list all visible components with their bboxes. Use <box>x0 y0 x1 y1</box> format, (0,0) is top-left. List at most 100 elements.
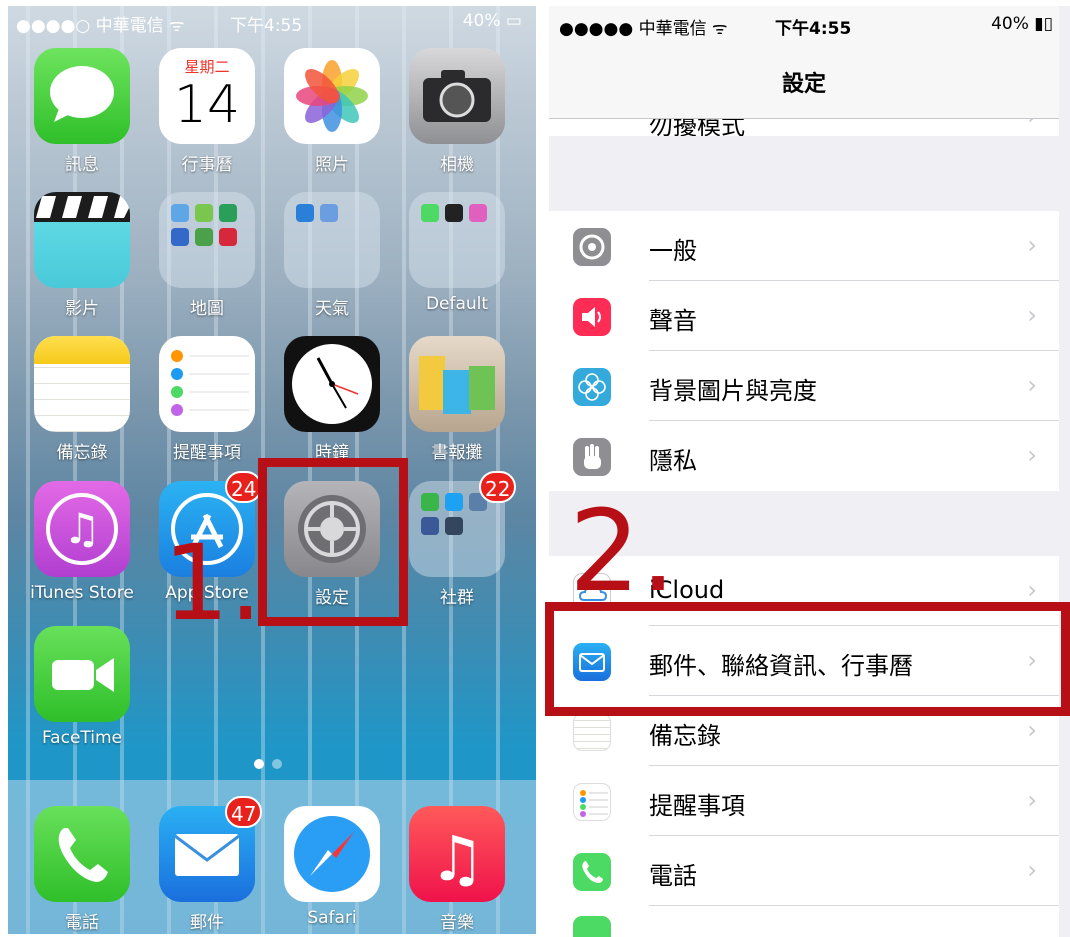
notes-icon <box>34 336 130 432</box>
settings-row-partial-bottom[interactable] <box>549 906 1059 937</box>
row-label: 電話 <box>649 862 697 890</box>
carrier: ●●●●○ 中華電信 ᯤ <box>16 16 185 36</box>
calendar-icon: 星期二 14 <box>159 48 255 144</box>
status-bar: ●●●●○ 中華電信 ᯤ 下午4:55 40% ▭ <box>8 6 536 36</box>
battery: 40% ▭ <box>462 11 522 31</box>
settings-row-sounds[interactable]: 聲音 › <box>549 281 1059 351</box>
app-clock[interactable]: 時鐘 <box>284 336 380 463</box>
row-label: 一般 <box>649 237 697 265</box>
dock-mail[interactable]: 郵件 47 <box>159 796 263 933</box>
app-label: 郵件 <box>190 913 224 933</box>
app-label: 相機 <box>440 155 474 175</box>
app-label: 備忘錄 <box>56 443 108 463</box>
messages-icon <box>34 48 130 144</box>
flower-icon <box>573 368 611 406</box>
folder-icon <box>409 192 505 288</box>
app-messages[interactable]: 訊息 <box>34 48 130 175</box>
folder-icon <box>284 192 380 288</box>
gear-icon <box>573 228 611 266</box>
photos-icon <box>284 48 380 144</box>
annotation-step-1: 1. <box>163 522 263 644</box>
chevron-right-icon: › <box>1027 856 1037 884</box>
app-label: 訊息 <box>65 155 99 175</box>
clock-icon <box>284 336 380 432</box>
app-label: 電話 <box>65 913 99 933</box>
app-label: 行事曆 <box>181 155 233 175</box>
notes-icon <box>573 713 611 751</box>
reminders-icon <box>159 336 255 432</box>
app-label: 提醒事項 <box>173 443 241 463</box>
app-label: 音樂 <box>440 913 474 933</box>
chevron-right-icon: › <box>1027 301 1037 329</box>
chevron-right-icon: › <box>1027 716 1037 744</box>
facetime-icon <box>34 626 130 722</box>
app-calendar[interactable]: 星期二 14 行事曆 <box>159 48 255 175</box>
chevron-right-icon: › <box>1027 371 1037 399</box>
social-badge: 22 <box>479 471 517 503</box>
app-label: 地圖 <box>190 299 224 319</box>
safari-icon <box>284 806 380 902</box>
mail-badge: 47 <box>225 796 263 828</box>
chevron-right-icon: › <box>1027 576 1037 604</box>
page-title-overlay: 設定 <box>781 72 826 97</box>
messages-icon <box>573 916 611 937</box>
newsstand-icon <box>409 336 505 432</box>
home-screen: ●●●●○ 中華電信 ᯤ 下午4:55 40% ▭ 訊息 星期二 14 行事曆 <box>8 6 536 934</box>
app-label: Safari <box>307 908 357 928</box>
clock-time: 下午4:55 <box>230 16 303 36</box>
annotation-step-2: 2. <box>569 487 676 617</box>
app-videos[interactable]: 影片 <box>34 192 130 319</box>
app-label: iTunes Store <box>30 583 134 603</box>
phone-icon <box>573 853 611 891</box>
row-label: 備忘錄 <box>649 722 721 750</box>
app-facetime[interactable]: FaceTime <box>34 626 130 748</box>
chevron-right-icon: › <box>1027 441 1037 469</box>
app-label: 天氣 <box>315 299 349 319</box>
annotation-box-2 <box>545 602 1070 716</box>
settings-row-privacy[interactable]: 隱私 › <box>549 421 1059 491</box>
app-photos[interactable]: 照片 <box>284 48 380 175</box>
appstore-badge: 24 <box>225 471 263 503</box>
settings-screen: ●●●●● 中華電信 ᯤ 下午4:55 40% ▮▯ 設定 勿擾模式 › 設定 … <box>549 6 1070 937</box>
app-label: Default <box>425 294 489 314</box>
hand-icon <box>573 438 611 476</box>
app-label: FaceTime <box>41 728 123 748</box>
row-label: 隱私 <box>649 447 697 475</box>
page-indicator <box>250 754 286 773</box>
app-itunes[interactable]: ♫ iTunes Store <box>30 481 134 603</box>
app-newsstand[interactable]: 書報攤 <box>409 336 505 463</box>
app-label: 照片 <box>315 155 349 175</box>
row-label: 聲音 <box>649 307 697 335</box>
itunes-icon: ♫ <box>34 481 130 577</box>
calendar-weekday: 星期二 <box>184 58 230 76</box>
app-folder-weather[interactable]: 天氣 <box>284 192 380 319</box>
speaker-icon <box>573 298 611 336</box>
app-folder-social[interactable]: 社群 22 <box>409 471 517 608</box>
svg-text:♫: ♫ <box>429 822 485 895</box>
app-reminders[interactable]: 提醒事項 <box>159 336 255 463</box>
dock-phone[interactable]: 電話 <box>34 806 130 933</box>
settings-row-phone[interactable]: 電話 › <box>549 836 1059 906</box>
row-label: 背景圖片與亮度 <box>649 377 817 405</box>
chevron-right-icon: › <box>1027 786 1037 814</box>
camera-icon <box>409 48 505 144</box>
settings-row-general[interactable]: 一般 › <box>549 211 1059 281</box>
app-folder-default[interactable]: Default <box>409 192 505 314</box>
dock-music[interactable]: ♫ 音樂 <box>409 806 505 933</box>
app-label: 社群 <box>440 588 474 608</box>
folder-icon <box>159 192 255 288</box>
settings-row-reminders[interactable]: 提醒事項 › <box>549 766 1059 836</box>
music-icon: ♫ <box>409 806 505 902</box>
dock-safari[interactable]: Safari <box>284 806 380 928</box>
app-camera[interactable]: 相機 <box>409 48 505 175</box>
videos-icon <box>34 192 130 288</box>
chevron-right-icon: › <box>1027 231 1037 259</box>
app-folder-maps[interactable]: 地圖 <box>159 192 255 319</box>
annotation-box-1 <box>258 458 408 626</box>
svg-text:♫: ♫ <box>63 504 101 553</box>
settings-row-wallpaper[interactable]: 背景圖片與亮度 › <box>549 351 1059 421</box>
app-label: 影片 <box>65 299 99 319</box>
reminders-icon <box>573 783 611 821</box>
app-notes[interactable]: 備忘錄 <box>34 336 130 463</box>
app-label: 書報攤 <box>431 443 483 463</box>
